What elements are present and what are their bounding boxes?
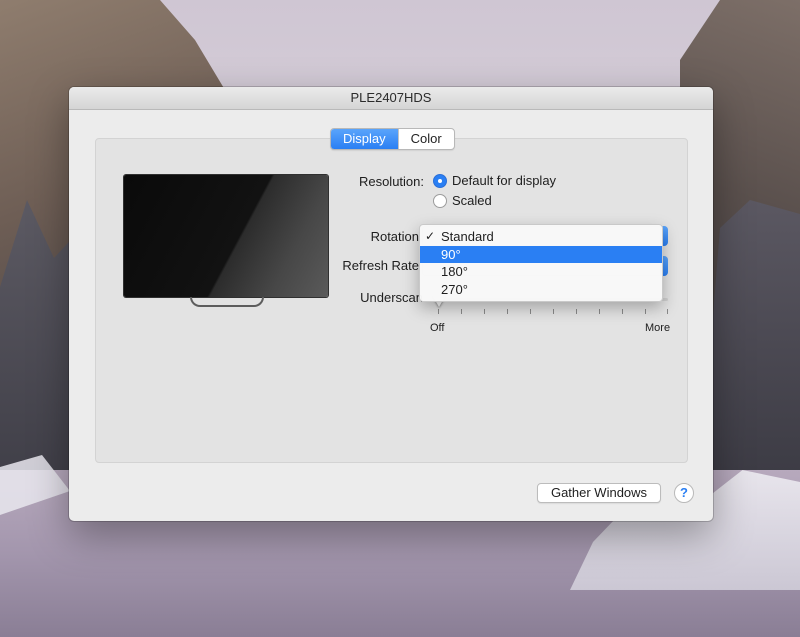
slider-tick bbox=[622, 309, 623, 314]
slider-tick bbox=[576, 309, 577, 314]
tab-display[interactable]: Display bbox=[331, 129, 398, 149]
rotation-option-label: 270° bbox=[441, 281, 468, 297]
radio-selected-icon[interactable] bbox=[433, 173, 447, 188]
tab-bar: Display Color bbox=[330, 128, 455, 150]
rotation-option-90[interactable]: 90° bbox=[420, 245, 662, 263]
underscan-label: Underscan bbox=[360, 290, 423, 305]
slider-tick bbox=[461, 309, 462, 314]
slider-tick bbox=[484, 309, 485, 314]
display-preferences-window: PLE2407HDS Display Color Resolution: Def… bbox=[69, 87, 713, 521]
slider-tick bbox=[599, 309, 600, 314]
resolution-label: Resolution: bbox=[358, 174, 424, 189]
refresh-rate-label: Refresh Rate bbox=[342, 258, 419, 273]
slider-tick bbox=[507, 309, 508, 314]
tab-color[interactable]: Color bbox=[397, 129, 454, 149]
underscan-min-label: Off bbox=[430, 322, 445, 334]
slider-tick bbox=[438, 309, 439, 314]
slider-tick bbox=[530, 309, 531, 314]
rotation-menu: ✓ Standard 90° 180° 270° bbox=[419, 224, 663, 302]
resolution-default-option[interactable]: Default for display bbox=[433, 173, 556, 188]
gather-windows-button[interactable]: Gather Windows bbox=[537, 483, 661, 503]
underscan-slider-ticks bbox=[438, 309, 668, 315]
resolution-scaled-label: Scaled bbox=[452, 193, 492, 208]
checkmark-icon: ✓ bbox=[425, 229, 436, 243]
radio-unselected-icon[interactable] bbox=[433, 193, 447, 208]
monitor-stand-icon bbox=[190, 297, 264, 307]
rotation-option-label: 180° bbox=[441, 264, 468, 279]
rotation-option-label: Standard bbox=[441, 229, 494, 244]
resolution-default-label: Default for display bbox=[452, 173, 557, 188]
monitor-icon bbox=[124, 175, 328, 297]
underscan-max-label: More bbox=[645, 322, 671, 334]
slider-tick bbox=[553, 309, 554, 314]
slider-tick bbox=[645, 309, 646, 314]
rotation-option-180[interactable]: 180° bbox=[420, 263, 662, 281]
rotation-option-270[interactable]: 270° bbox=[420, 281, 662, 299]
slider-tick bbox=[667, 309, 668, 314]
help-icon[interactable]: ? bbox=[674, 483, 694, 503]
rotation-option-label: 90° bbox=[441, 246, 461, 262]
resolution-scaled-option[interactable]: Scaled bbox=[433, 193, 492, 208]
window-title: PLE2407HDS bbox=[69, 87, 713, 110]
rotation-label: Rotation bbox=[370, 229, 419, 244]
rotation-option-standard[interactable]: ✓ Standard bbox=[420, 228, 662, 246]
